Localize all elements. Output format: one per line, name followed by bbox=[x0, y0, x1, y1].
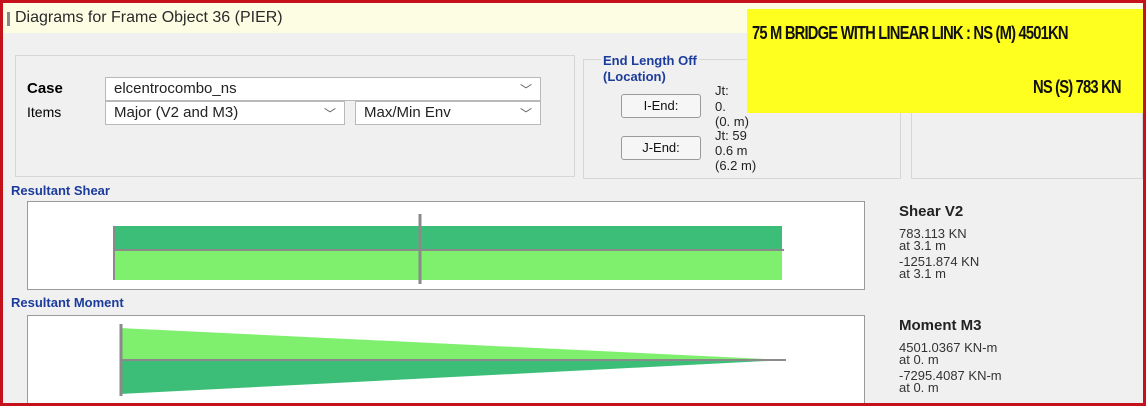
resultant-moment-label: Resultant Moment bbox=[11, 295, 124, 310]
shear-diagram-svg bbox=[113, 214, 784, 284]
end-length-title: End Length Off bbox=[601, 53, 699, 68]
end-length-subtitle: (Location) bbox=[601, 69, 668, 84]
i-end-location: (0. m) bbox=[715, 114, 749, 129]
chevron-down-icon: ﹀ bbox=[519, 83, 532, 97]
shear-negative-band bbox=[114, 250, 782, 280]
moment-min-location: at 0. m bbox=[899, 380, 939, 395]
shear-max-location: at 3.1 m bbox=[899, 238, 946, 253]
annotation-banner: 75 M BRIDGE WITH LINEAR LINK : NS (M) 45… bbox=[747, 9, 1143, 113]
items-component-select[interactable]: Major (V2 and M3) ﹀ bbox=[105, 101, 345, 125]
items-envelope-value: Max/Min Env bbox=[364, 104, 451, 121]
items-label: Items bbox=[27, 104, 62, 120]
case-select[interactable]: elcentrocombo_ns ﹀ bbox=[105, 77, 541, 101]
window-icon bbox=[7, 12, 10, 26]
window-title: Diagrams for Frame Object 36 (PIER) bbox=[15, 9, 283, 26]
shear-min-location: at 3.1 m bbox=[899, 266, 946, 281]
shear-positive-band bbox=[114, 226, 782, 250]
case-label: Case bbox=[27, 80, 63, 97]
chevron-down-icon: ﹀ bbox=[323, 107, 336, 121]
banner-line-shear: NS (S) 783 KN bbox=[1033, 77, 1122, 97]
moment-positive-region bbox=[120, 328, 786, 360]
i-end-value: 0. bbox=[715, 99, 726, 114]
banner-line-moment: 75 M BRIDGE WITH LINEAR LINK : NS (M) 45… bbox=[752, 23, 1069, 43]
chevron-down-icon: ﹀ bbox=[519, 107, 532, 121]
shear-diagram[interactable] bbox=[27, 201, 865, 290]
moment-diagram-svg bbox=[119, 324, 786, 396]
case-value: elcentrocombo_ns bbox=[114, 80, 237, 97]
items-envelope-select[interactable]: Max/Min Env ﹀ bbox=[355, 101, 541, 125]
j-end-joint: Jt: 59 bbox=[715, 128, 747, 143]
j-end-button[interactable]: J-End: bbox=[621, 136, 701, 160]
i-end-joint: Jt: bbox=[715, 83, 729, 98]
moment-diagram[interactable] bbox=[27, 315, 865, 403]
moment-negative-region bbox=[120, 360, 786, 394]
resultant-shear-label: Resultant Shear bbox=[11, 183, 110, 198]
moment-m3-title: Moment M3 bbox=[899, 317, 982, 334]
i-end-button[interactable]: I-End: bbox=[621, 94, 701, 118]
shear-v2-title: Shear V2 bbox=[899, 203, 964, 220]
j-end-value: 0.6 m bbox=[715, 143, 748, 158]
diagram-window: Diagrams for Frame Object 36 (PIER) Case… bbox=[0, 0, 1146, 406]
moment-max-location: at 0. m bbox=[899, 352, 939, 367]
j-end-location: (6.2 m) bbox=[715, 158, 757, 173]
items-component-value: Major (V2 and M3) bbox=[114, 104, 239, 121]
